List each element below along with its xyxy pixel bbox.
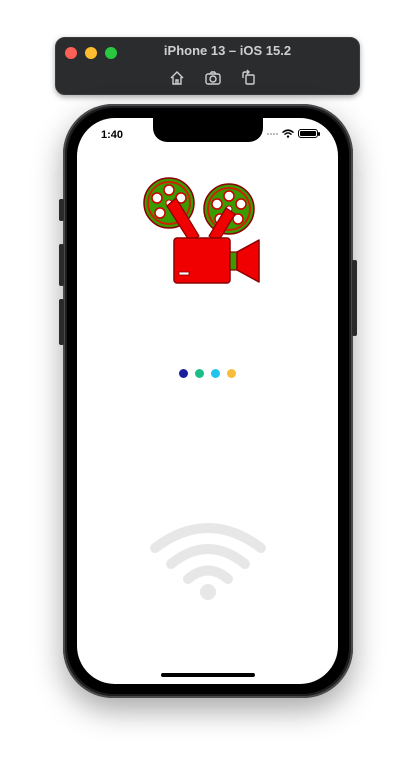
loading-dot-4 — [227, 369, 236, 378]
loading-dot-3 — [211, 369, 220, 378]
simulator-toolbar: iPhone 13 – iOS 15.2 — [55, 37, 360, 95]
movie-camera-logo — [143, 177, 260, 284]
cellular-signal-icon — [267, 132, 278, 135]
wifi-status-icon — [282, 129, 294, 138]
loading-dot-2 — [195, 369, 204, 378]
app-screen: 1:40 — [77, 118, 338, 684]
simulator-title: iPhone 13 – iOS 15.2 — [163, 43, 292, 58]
volume-up-button — [59, 244, 64, 286]
loading-dot-1 — [179, 369, 188, 378]
status-icons — [267, 129, 320, 138]
mute-switch — [59, 199, 64, 221]
notch — [153, 118, 263, 142]
battery-icon — [298, 129, 320, 138]
loading-indicator — [179, 369, 236, 378]
status-time: 1:40 — [101, 129, 124, 141]
home-indicator[interactable] — [161, 673, 255, 677]
home-icon[interactable] — [168, 69, 186, 87]
rotate-icon[interactable] — [240, 69, 258, 87]
wifi-icon — [150, 523, 266, 600]
screenshot-icon[interactable] — [204, 69, 222, 87]
right-film-reel-icon — [203, 183, 255, 235]
volume-down-button — [59, 299, 64, 345]
power-button — [352, 260, 357, 336]
